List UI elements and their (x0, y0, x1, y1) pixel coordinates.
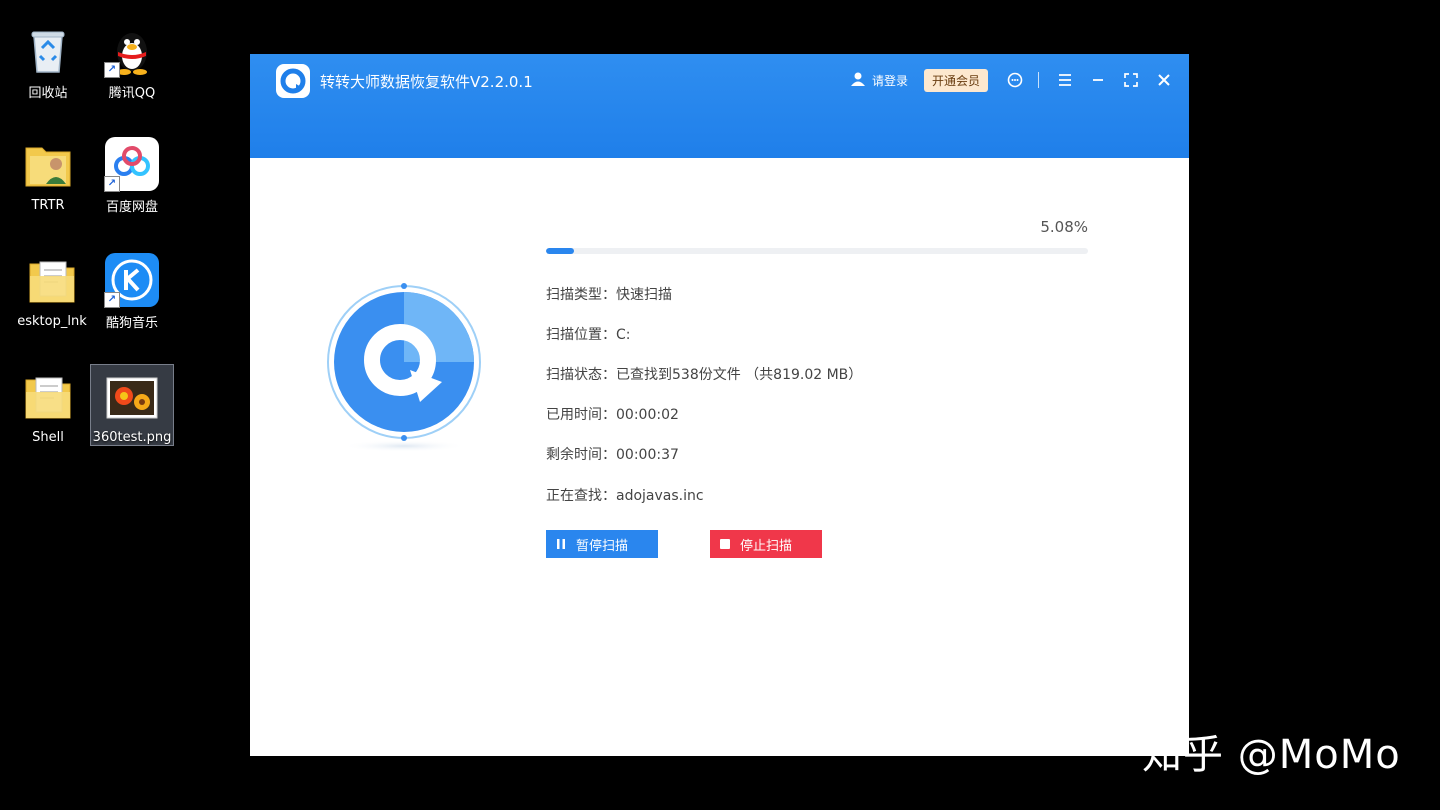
desktop-icon-label: 腾讯QQ (108, 86, 156, 101)
customer-service-icon[interactable] (1006, 71, 1024, 89)
kugou-music-icon: ↗ (104, 252, 160, 308)
recycle-bin-icon (20, 22, 76, 78)
scan-progress-bar (546, 248, 1088, 254)
info-value: 00:00:37 (616, 447, 679, 463)
app-window: 转转大师数据恢复软件V2.2.0.1 请登录 开通会员 5.08% 扫描类型：快… (250, 54, 1189, 756)
info-key: 扫描类型： (546, 287, 616, 303)
stop-scan-button[interactable]: 停止扫描 (710, 530, 822, 558)
desktop-icon-label: 回收站 (28, 86, 68, 101)
app-logo-icon (276, 64, 310, 98)
desktop-icon-shell[interactable]: Shell (8, 370, 88, 445)
info-row-scan-type: 扫描类型：快速扫描 (546, 284, 672, 304)
info-key: 扫描状态： (546, 367, 616, 383)
close-icon[interactable] (1157, 73, 1171, 87)
info-value: adojavas.inc (616, 488, 704, 504)
folder-user-icon (20, 138, 76, 194)
shortcut-arrow-icon: ↗ (104, 62, 120, 78)
desktop-icon-qq[interactable]: ↗ 腾讯QQ (92, 22, 172, 101)
baidu-netdisk-icon: ↗ (104, 136, 160, 192)
window-header: 转转大师数据恢复软件V2.2.0.1 请登录 开通会员 (250, 54, 1189, 158)
desktop-icon-label: 百度网盘 (105, 200, 158, 215)
stop-scan-label: 停止扫描 (740, 538, 793, 554)
desktop-icon-label: esktop_lnk (17, 314, 87, 329)
info-value: 00:00:02 (616, 407, 679, 423)
info-key: 扫描位置： (546, 327, 616, 343)
info-key: 正在查找： (546, 488, 616, 504)
desktop-icon-label: Shell (32, 430, 64, 445)
minimize-icon[interactable] (1091, 73, 1105, 87)
info-value: 快速扫描 (616, 287, 672, 303)
pause-scan-button[interactable]: 暂停扫描 (546, 530, 658, 558)
qq-penguin-icon: ↗ (104, 22, 160, 78)
desktop-icon-label: 酷狗音乐 (105, 316, 158, 331)
login-link[interactable]: 请登录 (850, 71, 908, 90)
pause-scan-label: 暂停扫描 (576, 538, 629, 554)
info-value: C: (616, 327, 631, 343)
desktop-icon-kugou-music[interactable]: ↗ 酷狗音乐 (92, 252, 172, 331)
login-label: 请登录 (871, 73, 908, 88)
zhihu-watermark: 知乎 @MoMo (1142, 732, 1401, 778)
info-key: 已用时间： (546, 407, 616, 423)
pause-icon (546, 538, 576, 550)
shortcut-arrow-icon: ↗ (104, 176, 120, 192)
info-key: 剩余时间： (546, 447, 616, 463)
desktop-icon-label: TRTR (31, 198, 65, 213)
info-row-current-file: 正在查找：adojavas.inc (546, 485, 704, 505)
info-value: 已查找到538份文件 （共819.02 MB） (616, 367, 863, 383)
shortcut-arrow-icon: ↗ (104, 292, 120, 308)
folder-document-icon (24, 254, 80, 310)
desktop-icon-recycle-bin[interactable]: 回收站 (8, 22, 88, 101)
desktop-icon-360test-png[interactable]: 360test.png (90, 364, 174, 446)
stop-icon (710, 538, 740, 550)
folder-document-icon (20, 370, 76, 426)
scan-animation-icon (324, 278, 484, 458)
info-row-remaining-time: 剩余时间：00:00:37 (546, 444, 679, 464)
desktop-icon-label: 360test.png (92, 430, 172, 445)
toolbar-divider (1038, 72, 1039, 88)
vip-button[interactable]: 开通会员 (923, 68, 988, 92)
window-title: 转转大师数据恢复软件V2.2.0.1 (320, 73, 533, 91)
menu-icon[interactable] (1057, 73, 1073, 87)
scan-panel: 5.08% 扫描类型：快速扫描 扫描位置：C: 扫描状态：已查找到538份文件 … (250, 158, 1189, 688)
info-row-scan-location: 扫描位置：C: (546, 324, 631, 344)
desktop-icon-trtr[interactable]: TRTR (8, 138, 88, 213)
info-row-elapsed-time: 已用时间：00:00:02 (546, 404, 679, 424)
image-file-thumbnail-icon (104, 370, 160, 426)
maximize-icon[interactable] (1123, 72, 1139, 88)
scan-percent-text: 5.08% (1040, 218, 1088, 236)
desktop-icon-baidu-netdisk[interactable]: ↗ 百度网盘 (92, 136, 172, 215)
scan-progress-fill (546, 248, 574, 254)
title-toolbar: 请登录 开通会员 (836, 68, 1171, 92)
user-icon (850, 71, 866, 90)
info-row-scan-status: 扫描状态：已查找到538份文件 （共819.02 MB） (546, 364, 862, 384)
desktop-icon-desktop-lnk[interactable]: esktop_lnk (12, 254, 92, 329)
